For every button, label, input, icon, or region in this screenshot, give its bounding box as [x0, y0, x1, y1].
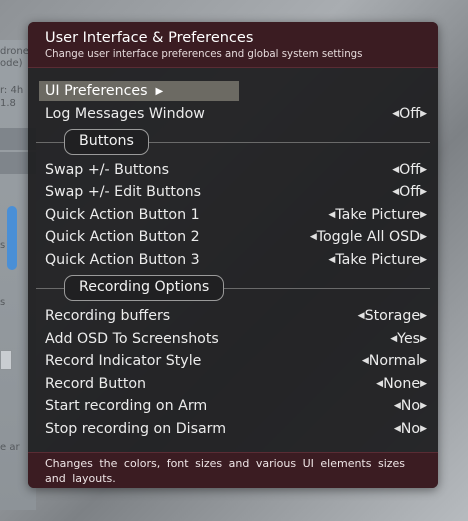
right-arrow-icon[interactable]: ▶ — [420, 187, 427, 197]
setting-label: Record Button — [45, 376, 147, 392]
setting-label: Log Messages Window — [45, 106, 205, 122]
setting-log-messages-window[interactable]: Log Messages Window ◀Off▶ — [39, 104, 427, 124]
setting-record-button[interactable]: Record Button ◀None▶ — [39, 374, 427, 394]
setting-value-selector[interactable]: ◀Take Picture▶ — [328, 205, 427, 225]
section-label: Buttons — [64, 129, 149, 155]
setting-value-selector[interactable]: ◀Normal▶ — [362, 351, 427, 371]
left-arrow-icon[interactable]: ◀ — [394, 401, 401, 411]
setting-value-selector[interactable]: ◀No▶ — [394, 419, 427, 439]
right-arrow-icon[interactable]: ▶ — [420, 379, 427, 389]
setting-value: Take Picture — [335, 252, 421, 268]
setting-value: No — [400, 398, 421, 414]
setting-label: Swap +/- Buttons — [45, 162, 170, 178]
setting-label: Stop recording on Disarm — [45, 421, 227, 437]
background-text: r: 4h — [0, 85, 24, 96]
right-arrow-icon[interactable]: ▶ — [420, 109, 427, 119]
menu-item-label: UI Preferences — [45, 83, 148, 99]
setting-recording-buffers[interactable]: Recording buffers ◀Storage▶ — [39, 306, 427, 326]
menu-item-ui-preferences[interactable]: UI Preferences ▶ — [39, 81, 239, 101]
background-slider — [7, 206, 17, 270]
setting-value-selector[interactable]: ◀Yes▶ — [390, 329, 427, 349]
setting-swap-buttons[interactable]: Swap +/- Buttons ◀Off▶ — [39, 160, 427, 180]
setting-value-selector[interactable]: ◀Toggle All OSD▶ — [310, 227, 427, 247]
background-input — [0, 350, 12, 370]
setting-value: Off — [399, 106, 421, 122]
setting-value-selector[interactable]: ◀No▶ — [394, 396, 427, 416]
setting-value: Storage — [364, 308, 421, 324]
right-arrow-icon[interactable]: ▶ — [420, 210, 427, 220]
setting-label: Start recording on Arm — [45, 398, 208, 414]
right-arrow-icon[interactable]: ▶ — [420, 424, 427, 434]
left-arrow-icon[interactable]: ◀ — [310, 232, 317, 242]
setting-swap-edit-buttons[interactable]: Swap +/- Edit Buttons ◀Off▶ — [39, 182, 427, 202]
background-text: e ar — [0, 442, 20, 453]
background-text: s — [0, 297, 6, 308]
setting-value-selector[interactable]: ◀None▶ — [376, 374, 427, 394]
background-text: 1.8 — [0, 98, 16, 109]
right-arrow-icon[interactable]: ▶ — [420, 356, 427, 366]
section-label: Recording Options — [64, 275, 225, 301]
left-arrow-icon[interactable]: ◀ — [394, 424, 401, 434]
right-arrow-icon[interactable]: ▶ — [420, 311, 427, 321]
setting-value: Off — [399, 184, 421, 200]
setting-add-osd-to-screenshots[interactable]: Add OSD To Screenshots ◀Yes▶ — [39, 329, 427, 349]
section-header-recording-options: Recording Options — [36, 275, 430, 301]
help-text: Changes the colors, font sizes and vario… — [45, 457, 406, 485]
background-text: drone — [0, 46, 29, 57]
setting-record-indicator-style[interactable]: Record Indicator Style ◀Normal▶ — [39, 351, 427, 371]
setting-value-selector[interactable]: ◀Off▶ — [392, 182, 427, 202]
setting-label: Record Indicator Style — [45, 353, 202, 369]
setting-value: Normal — [368, 353, 421, 369]
section-header-buttons: Buttons — [36, 129, 430, 155]
right-arrow-icon[interactable]: ▶ — [420, 334, 427, 344]
left-arrow-icon[interactable]: ◀ — [358, 311, 365, 321]
right-arrow-icon[interactable]: ▶ — [420, 165, 427, 175]
panel-title: User Interface & Preferences — [45, 30, 254, 46]
submenu-arrow-icon: ▶ — [155, 86, 164, 97]
setting-quick-action-button-2[interactable]: Quick Action Button 2 ◀Toggle All OSD▶ — [39, 227, 427, 247]
panel-header: User Interface & Preferences Change user… — [28, 22, 438, 68]
setting-value: No — [400, 421, 421, 437]
setting-label: Quick Action Button 1 — [45, 207, 200, 223]
setting-label: Recording buffers — [45, 308, 171, 324]
setting-value-selector[interactable]: ◀Off▶ — [392, 160, 427, 180]
background-text: ode) — [0, 58, 23, 69]
setting-value: Yes — [397, 331, 421, 347]
setting-quick-action-button-1[interactable]: Quick Action Button 1 ◀Take Picture▶ — [39, 205, 427, 225]
right-arrow-icon[interactable]: ▶ — [420, 232, 427, 242]
setting-value-selector[interactable]: ◀Take Picture▶ — [328, 250, 427, 270]
setting-stop-recording-on-disarm[interactable]: Stop recording on Disarm ◀No▶ — [39, 419, 427, 439]
setting-label: Quick Action Button 3 — [45, 252, 200, 268]
setting-value: Take Picture — [335, 207, 421, 223]
help-text-footer: Changes the colors, font sizes and vario… — [28, 452, 438, 488]
right-arrow-icon[interactable]: ▶ — [420, 401, 427, 411]
setting-label: Quick Action Button 2 — [45, 229, 200, 245]
right-arrow-icon[interactable]: ▶ — [420, 255, 427, 265]
setting-start-recording-on-arm[interactable]: Start recording on Arm ◀No▶ — [39, 396, 427, 416]
setting-value-selector[interactable]: ◀Storage▶ — [358, 306, 427, 326]
setting-label: Add OSD To Screenshots — [45, 331, 219, 347]
setting-value-selector[interactable]: ◀Off▶ — [392, 104, 427, 124]
setting-quick-action-button-3[interactable]: Quick Action Button 3 ◀Take Picture▶ — [39, 250, 427, 270]
left-arrow-icon[interactable]: ◀ — [362, 356, 369, 366]
setting-value: Toggle All OSD — [316, 229, 421, 245]
background-text: s — [0, 240, 6, 251]
ui-preferences-panel: User Interface & Preferences Change user… — [28, 22, 438, 488]
setting-value: None — [383, 376, 421, 392]
panel-subtitle: Change user interface preferences and gl… — [45, 49, 363, 60]
setting-value: Off — [399, 162, 421, 178]
setting-label: Swap +/- Edit Buttons — [45, 184, 202, 200]
